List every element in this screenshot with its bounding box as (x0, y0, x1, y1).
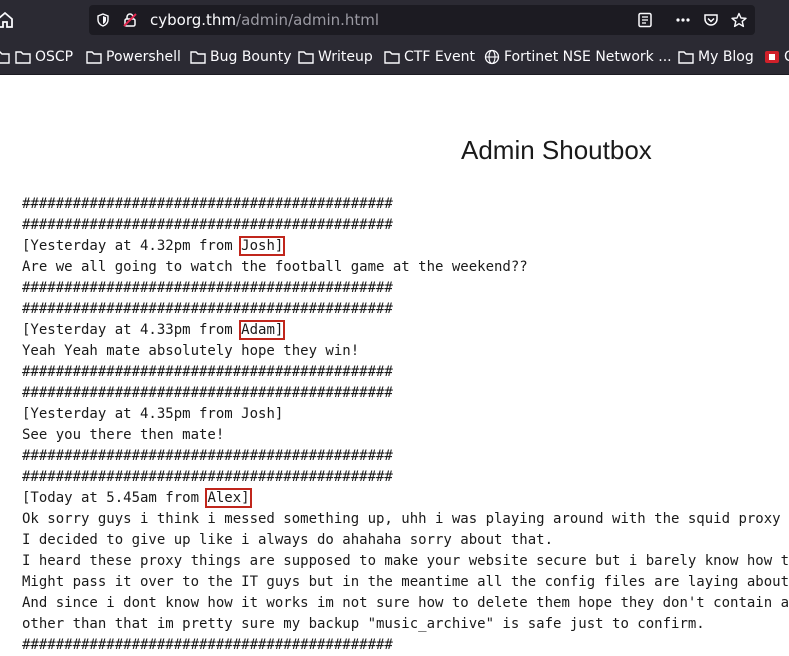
insecure-lock-icon[interactable] (122, 12, 138, 28)
folder-icon (298, 51, 314, 64)
message-timestamp: [Yesterday at 4.35pm from (22, 406, 242, 422)
separator-line: ########################################… (22, 637, 393, 653)
url-host: cyborg.thm (150, 11, 237, 29)
message-body-line: And since i dont know how it works im no… (22, 595, 789, 611)
folder-icon (190, 51, 206, 64)
message-body-line: other than that im pretty sure my backup… (22, 616, 705, 632)
message-timestamp: [Today at 5.45am from (22, 490, 208, 506)
bookmark-label: Powershell (106, 49, 181, 65)
bookmark-fortinet-nse[interactable]: Fortinet NSE Network ... (484, 40, 672, 74)
bookmark-label: Writeup (318, 49, 373, 65)
message-body-line: See you there then mate! (22, 427, 225, 443)
separator-line: ########################################… (22, 385, 393, 401)
message-body-line: I decided to give up like i always do ah… (22, 532, 554, 548)
globe-icon (484, 49, 500, 65)
separator-line: ########################################… (22, 469, 393, 485)
separator-line: ########################################… (22, 217, 393, 233)
message-body-line: Are we all going to watch the football g… (22, 259, 528, 275)
message-header: [Yesterday at 4.35pm from Josh] (22, 404, 789, 425)
message-sender: Adam] (239, 320, 286, 340)
message-body-line: Might pass it over to the IT guys but in… (22, 574, 789, 590)
bookmark-powershell[interactable]: Powershell (86, 40, 181, 74)
bookmark-star-icon[interactable] (731, 12, 747, 28)
bookmark-partial-red[interactable]: C (764, 40, 789, 74)
bookmark-ctf-event[interactable]: CTF Event (384, 40, 475, 74)
url-text[interactable]: cyborg.thm/admin/admin.html (150, 11, 379, 29)
bookmark-edge-icon (0, 51, 10, 64)
bookmark-my-blog[interactable]: My Blog (678, 40, 754, 74)
message-header: [Today at 5.45am from Alex] (22, 488, 789, 509)
bookmark-label: OSCP (35, 49, 74, 65)
folder-icon (86, 51, 102, 64)
reader-view-icon[interactable] (637, 12, 653, 28)
folder-icon (384, 51, 400, 64)
bookmark-oscp[interactable]: OSCP (15, 40, 73, 74)
message-header: [Yesterday at 4.32pm from Josh] (22, 236, 789, 257)
message-body-line: Yeah Yeah mate absolutely hope they win! (22, 343, 360, 359)
folder-icon (15, 51, 31, 64)
browser-toolbar: cyborg.thm/admin/admin.html (0, 0, 789, 40)
separator-line: ########################################… (22, 301, 393, 317)
home-icon[interactable] (0, 10, 13, 30)
bookmark-partial-icon[interactable] (0, 40, 14, 74)
separator-line: ########################################… (22, 364, 393, 380)
message-sender: Alex] (205, 488, 252, 508)
message-timestamp: [Yesterday at 4.32pm from (22, 238, 242, 254)
bookmark-label: Fortinet NSE Network ... (504, 49, 672, 65)
message-sender: Josh] (241, 406, 284, 422)
bookmark-writeup[interactable]: Writeup (298, 40, 373, 74)
message-timestamp: [Yesterday at 4.33pm from (22, 322, 242, 338)
separator-line: ########################################… (22, 196, 393, 212)
separator-line: ########################################… (22, 448, 393, 464)
bookmark-label: CTF Event (404, 49, 475, 65)
bookmarks-toolbar: OSCP Powershell Bug Bounty Writeup CTF E… (0, 40, 789, 75)
bookmark-label: My Blog (698, 49, 754, 65)
folder-icon (678, 51, 694, 64)
tracking-protection-shield-icon[interactable] (97, 13, 109, 27)
pocket-icon[interactable] (703, 12, 719, 28)
address-bar[interactable]: cyborg.thm/admin/admin.html (89, 5, 755, 35)
url-path: /admin/admin.html (236, 11, 380, 29)
separator-line: ########################################… (22, 280, 393, 296)
bookmark-bug-bounty[interactable]: Bug Bounty (190, 40, 292, 74)
more-actions-icon[interactable] (675, 12, 691, 28)
message-body-line: Ok sorry guys i think i messed something… (22, 511, 789, 527)
bookmark-label: Bug Bounty (210, 49, 292, 65)
bookmark-label: C (784, 49, 789, 65)
red-site-icon (765, 51, 779, 63)
page-title: Admin Shoutbox (461, 135, 652, 165)
shoutbox-log: ########################################… (22, 194, 789, 656)
message-header: [Yesterday at 4.33pm from Adam] (22, 320, 789, 341)
message-sender: Josh] (239, 236, 286, 256)
message-body-line: I heard these proxy things are supposed … (22, 553, 789, 569)
